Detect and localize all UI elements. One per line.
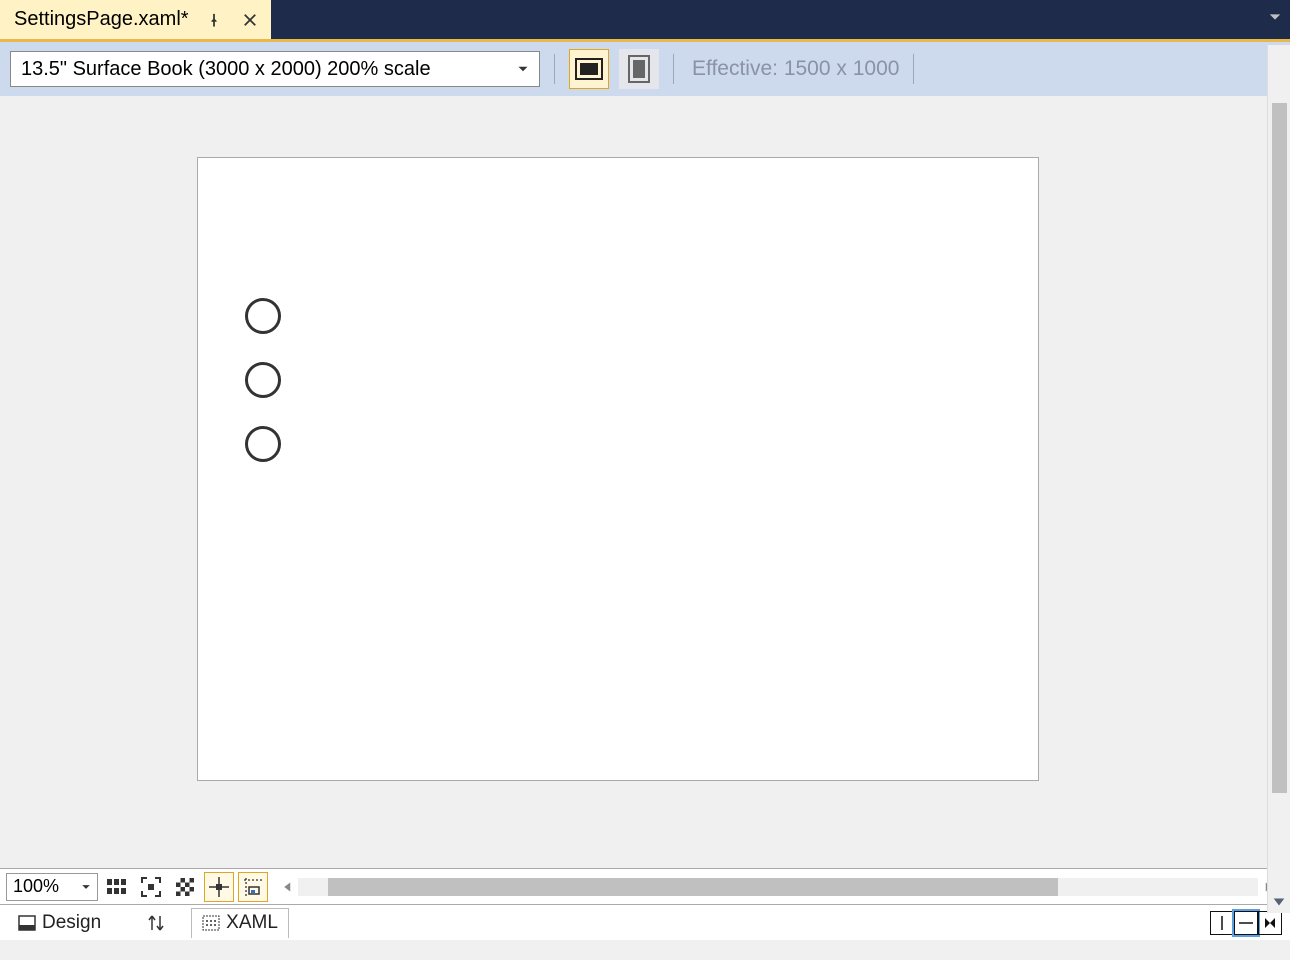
landscape-icon xyxy=(575,58,603,80)
pin-icon[interactable] xyxy=(203,9,225,31)
landscape-orientation-button[interactable] xyxy=(569,49,609,89)
separator xyxy=(673,54,674,84)
chevron-down-icon xyxy=(517,58,529,81)
horizontal-split-icon xyxy=(1238,915,1254,931)
view-tab-bar: Design XAML xyxy=(0,904,1290,940)
close-icon[interactable] xyxy=(239,9,261,31)
snap-crosshair-icon xyxy=(209,877,229,897)
snap-grid-button[interactable] xyxy=(204,872,234,902)
zoom-value: 100% xyxy=(13,876,59,897)
scroll-down-icon[interactable] xyxy=(1268,891,1290,913)
horizontal-scroll-track[interactable] xyxy=(298,878,1258,896)
device-label: 13.5" Surface Book (3000 x 2000) 200% sc… xyxy=(21,58,431,81)
swap-panes-button[interactable] xyxy=(141,908,171,938)
design-tab-label: Design xyxy=(42,912,101,934)
pane-layout-toggle xyxy=(1210,911,1282,935)
snap-lines-button[interactable] xyxy=(238,872,268,902)
zoom-dropdown[interactable]: 100% xyxy=(6,873,98,901)
xaml-tab-label: XAML xyxy=(226,912,278,934)
horizontal-scroll-thumb[interactable] xyxy=(328,878,1058,896)
xaml-view-tab[interactable]: XAML xyxy=(191,908,289,938)
vertical-scroll-thumb[interactable] xyxy=(1272,103,1287,793)
snap-lines-icon xyxy=(243,877,263,897)
vertical-scrollbar[interactable] xyxy=(1267,45,1290,913)
designer-toolbar: 13.5" Surface Book (3000 x 2000) 200% sc… xyxy=(0,42,1290,96)
design-surface[interactable] xyxy=(0,96,1236,868)
document-tab-bar: SettingsPage.xaml* xyxy=(0,0,1290,42)
horizontal-split-button[interactable] xyxy=(1234,911,1258,935)
effective-resolution-label: Effective: 1500 x 1000 xyxy=(692,57,899,81)
horizontal-scrollbar[interactable] xyxy=(278,877,1278,897)
device-preview-dropdown[interactable]: 13.5" Surface Book (3000 x 2000) 200% sc… xyxy=(10,51,540,87)
portrait-icon xyxy=(628,55,650,83)
vertical-split-button[interactable] xyxy=(1210,911,1234,935)
fit-selection-button[interactable] xyxy=(136,872,166,902)
portrait-orientation-button[interactable] xyxy=(619,49,659,89)
swap-arrows-icon xyxy=(147,913,165,933)
radio-button-3[interactable] xyxy=(245,426,281,462)
chevron-down-icon[interactable] xyxy=(1268,10,1282,29)
document-tab[interactable]: SettingsPage.xaml* xyxy=(0,0,271,39)
separator xyxy=(913,54,914,84)
toggle-effects-button[interactable] xyxy=(170,872,200,902)
grid-tiles-icon xyxy=(107,879,127,895)
vertical-split-icon xyxy=(1214,915,1230,931)
separator xyxy=(554,54,555,84)
fit-all-button[interactable] xyxy=(102,872,132,902)
collapse-pane-icon xyxy=(1262,915,1278,931)
chevron-down-icon xyxy=(81,876,91,897)
design-view-tab[interactable]: Design xyxy=(8,908,111,938)
radio-button-1[interactable] xyxy=(245,298,281,334)
design-zoom-toolbar: 100% xyxy=(0,868,1290,904)
radio-button-2[interactable] xyxy=(245,362,281,398)
collapse-pane-button[interactable] xyxy=(1258,911,1282,935)
page-canvas[interactable] xyxy=(197,157,1039,781)
xaml-view-icon xyxy=(202,915,220,931)
fit-selection-icon xyxy=(141,877,161,897)
tab-title: SettingsPage.xaml* xyxy=(14,8,189,31)
scroll-left-icon[interactable] xyxy=(278,881,298,893)
design-view-icon xyxy=(18,915,36,931)
checkerboard-icon xyxy=(176,878,194,896)
